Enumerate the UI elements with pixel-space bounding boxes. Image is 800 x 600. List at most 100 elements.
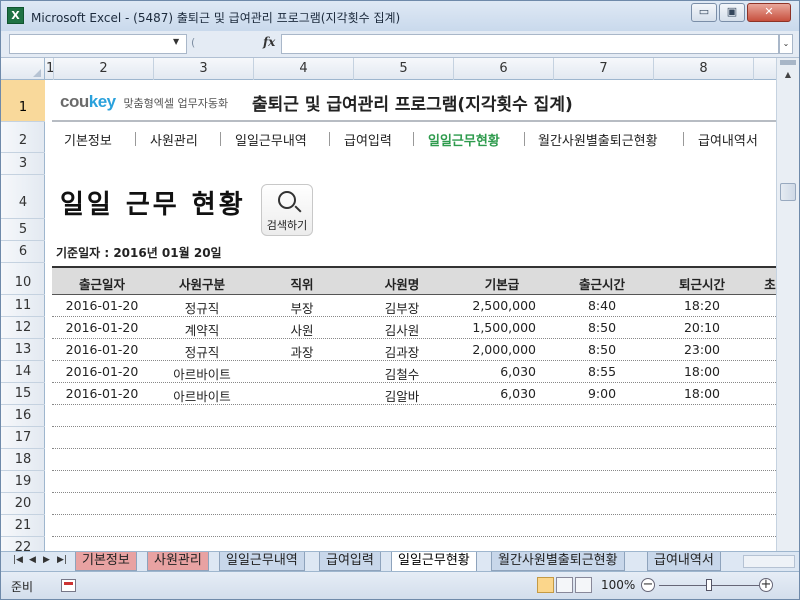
empty-table-row[interactable] — [52, 427, 776, 449]
column-header[interactable]: 8 — [654, 58, 754, 80]
macro-record-icon[interactable] — [61, 579, 76, 592]
cell-employee-type[interactable]: 계약직 — [152, 320, 252, 339]
cell-work-date[interactable]: 2016-01-20 — [52, 364, 152, 379]
empty-table-row[interactable] — [52, 405, 776, 427]
prev-sheet-icon[interactable]: ◀ — [29, 555, 36, 565]
row-header[interactable]: 20 — [1, 493, 45, 515]
sheet-tab-salary-input[interactable]: 급여입력 — [319, 552, 381, 571]
column-header[interactable]: 3 — [154, 58, 254, 80]
empty-table-row[interactable] — [52, 471, 776, 493]
row-header[interactable]: 6 — [1, 241, 45, 263]
row-header[interactable]: 14 — [1, 361, 45, 383]
table-row[interactable]: 2016-01-20 정규직 부장 김부장 2,500,000 8:40 18:… — [52, 295, 776, 317]
worksheet-grid[interactable]: 1 2 3 4 5 6 7 8 1 2 3 4 5 6 10 11 12 13 … — [1, 58, 799, 551]
table-row[interactable]: 2016-01-20 아르바이트 김알바 6,030 9:00 18:00 — [52, 383, 776, 405]
cell-employee-name[interactable]: 김알바 — [352, 386, 452, 405]
empty-table-row[interactable] — [52, 493, 776, 515]
table-row[interactable]: 2016-01-20 정규직 과장 김과장 2,000,000 8:50 23:… — [52, 339, 776, 361]
excel-app-icon[interactable]: X — [7, 7, 24, 24]
sheet-tab-monthly-attendance[interactable]: 월간사원별출퇴근현황 — [491, 552, 625, 571]
nav-daily-work-log[interactable]: 일일근무내역 — [235, 130, 307, 149]
select-all-button[interactable] — [1, 58, 45, 80]
zoom-out-icon[interactable]: − — [641, 578, 655, 592]
zoom-level[interactable]: 100% — [601, 578, 635, 592]
cell-check-in[interactable]: 8:55 — [552, 364, 652, 379]
nav-monthly-attendance[interactable]: 월간사원별출퇴근현황 — [538, 130, 658, 149]
row-header[interactable]: 18 — [1, 449, 45, 471]
cell-employee-type[interactable]: 아르바이트 — [152, 386, 252, 405]
row-header[interactable]: 11 — [1, 295, 45, 317]
name-box[interactable] — [9, 34, 187, 54]
column-header[interactable]: 4 — [254, 58, 354, 80]
column-header[interactable]: 5 — [354, 58, 454, 80]
cell-employee-name[interactable]: 김사원 — [352, 320, 452, 339]
maximize-button[interactable]: ▣ — [719, 3, 745, 22]
cell-base-salary[interactable]: 2,500,000 — [452, 298, 536, 313]
page-break-view-icon[interactable] — [575, 577, 592, 593]
empty-table-row[interactable] — [52, 515, 776, 537]
horizontal-scrollbar[interactable] — [743, 555, 795, 568]
formula-bar-grip[interactable]: ( — [191, 36, 199, 52]
nav-employee-management[interactable]: 사원관리 — [150, 130, 198, 149]
table-row[interactable]: 2016-01-20 아르바이트 김철수 6,030 8:55 18:00 — [52, 361, 776, 383]
cell-base-salary[interactable]: 6,030 — [452, 386, 536, 401]
nav-daily-work-status[interactable]: 일일근무현황 — [428, 130, 500, 149]
table-row[interactable]: 2016-01-20 계약직 사원 김사원 1,500,000 8:50 20:… — [52, 317, 776, 339]
cell-check-in[interactable]: 8:40 — [552, 298, 652, 313]
nav-salary-input[interactable]: 급여입력 — [344, 130, 392, 149]
cell-employee-name[interactable]: 김과장 — [352, 342, 452, 361]
row-header[interactable]: 4 — [1, 175, 45, 219]
expand-formula-bar-icon[interactable]: ⌄ — [779, 34, 793, 54]
zoom-slider-thumb[interactable] — [706, 579, 712, 591]
row-header[interactable]: 17 — [1, 427, 45, 449]
search-button[interactable]: 검색하기 — [261, 184, 313, 236]
vertical-scrollbar[interactable]: ▲ — [776, 58, 799, 551]
row-header[interactable]: 15 — [1, 383, 45, 405]
column-header[interactable]: 1 — [46, 58, 54, 80]
minimize-button[interactable]: ▭ — [691, 3, 717, 22]
first-sheet-icon[interactable]: |◀ — [13, 555, 23, 565]
sheet-tab-basic-info[interactable]: 기본정보 — [75, 552, 137, 571]
row-header[interactable]: 19 — [1, 471, 45, 493]
row-header[interactable]: 13 — [1, 339, 45, 361]
row-header[interactable]: 1 — [1, 80, 45, 122]
cell-employee-name[interactable]: 김철수 — [352, 364, 452, 383]
close-button[interactable]: ✕ — [747, 3, 791, 22]
cell-work-date[interactable]: 2016-01-20 — [52, 386, 152, 401]
column-header[interactable]: 2 — [54, 58, 154, 80]
cell-check-out[interactable]: 18:20 — [652, 298, 752, 313]
row-header[interactable]: 10 — [1, 263, 45, 295]
cell-work-date[interactable]: 2016-01-20 — [52, 342, 152, 357]
sheet-tab-daily-work-status[interactable]: 일일근무현황 — [391, 552, 477, 572]
formula-input[interactable] — [281, 34, 779, 54]
row-header[interactable]: 5 — [1, 219, 45, 241]
normal-view-icon[interactable] — [537, 577, 554, 593]
sheet-tab-payslip[interactable]: 급여내역서 — [647, 552, 721, 571]
row-header[interactable]: 3 — [1, 153, 45, 175]
cell-check-out[interactable]: 18:00 — [652, 386, 752, 401]
cell-employee-type[interactable]: 아르바이트 — [152, 364, 252, 383]
cell-check-in[interactable]: 8:50 — [552, 320, 652, 335]
name-box-dropdown-icon[interactable]: ▼ — [173, 37, 179, 46]
cell-employee-name[interactable]: 김부장 — [352, 298, 452, 317]
row-header[interactable]: 12 — [1, 317, 45, 339]
cell-check-out[interactable]: 23:00 — [652, 342, 752, 357]
last-sheet-icon[interactable]: ▶| — [57, 555, 67, 565]
cell-work-date[interactable]: 2016-01-20 — [52, 298, 152, 313]
empty-table-row[interactable] — [52, 449, 776, 471]
scroll-thumb[interactable] — [780, 183, 796, 201]
cell-base-salary[interactable]: 2,000,000 — [452, 342, 536, 357]
row-header[interactable]: 2 — [1, 122, 45, 153]
row-header[interactable]: 16 — [1, 405, 45, 427]
scroll-up-icon[interactable]: ▲ — [780, 70, 796, 84]
cell-position[interactable]: 부장 — [252, 298, 352, 317]
cell-work-date[interactable]: 2016-01-20 — [52, 320, 152, 335]
empty-table-row[interactable] — [52, 537, 776, 551]
nav-basic-info[interactable]: 기본정보 — [64, 130, 112, 149]
cell-base-salary[interactable]: 6,030 — [452, 364, 536, 379]
zoom-in-icon[interactable]: + — [759, 578, 773, 592]
cell-employee-type[interactable]: 정규직 — [152, 342, 252, 361]
cell-check-in[interactable]: 9:00 — [552, 386, 652, 401]
page-layout-view-icon[interactable] — [556, 577, 573, 593]
cell-base-salary[interactable]: 1,500,000 — [452, 320, 536, 335]
